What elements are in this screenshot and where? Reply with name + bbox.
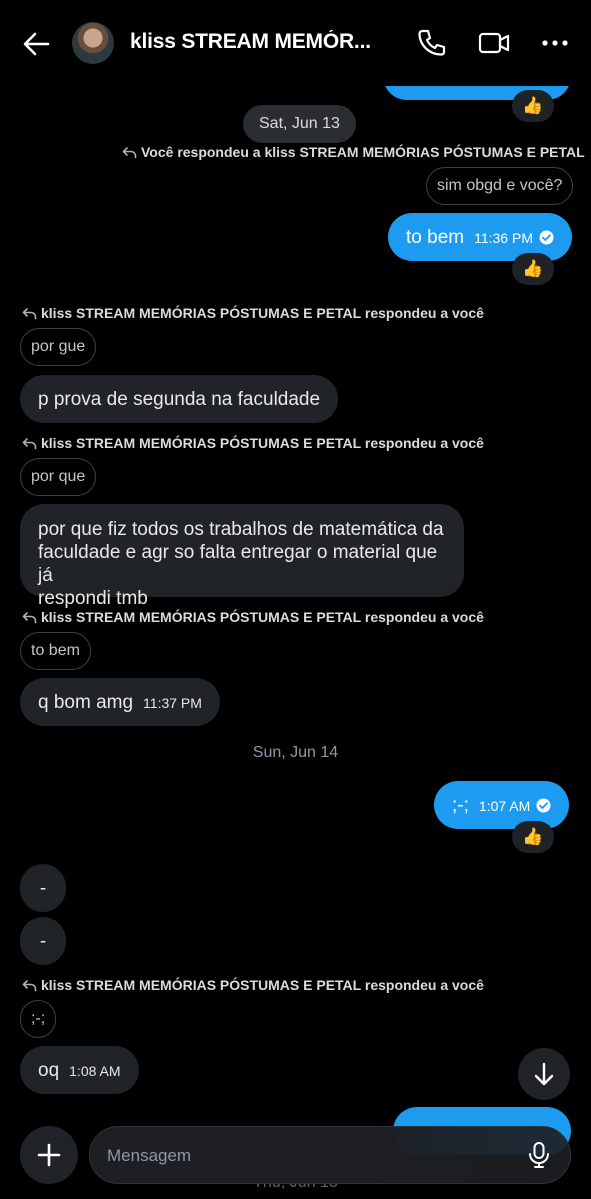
reply-context-label: kliss STREAM MEMÓRIAS PÓSTUMAS E PETAL r… xyxy=(22,977,484,993)
quoted-message[interactable]: por gue xyxy=(20,328,97,366)
back-arrow-icon xyxy=(23,32,50,56)
message-text-line: por que fiz todos os trabalhos de matemá… xyxy=(38,519,444,540)
reply-context-label: kliss STREAM MEMÓRIAS PÓSTUMAS E PETAL r… xyxy=(22,609,484,625)
quoted-message[interactable]: por que xyxy=(20,458,97,496)
reply-context-suffix: respondeu a você xyxy=(360,977,484,993)
voice-message-button[interactable] xyxy=(524,1140,554,1170)
reply-context-name: kliss STREAM MEMÓRIAS PÓSTUMAS E PETAL xyxy=(41,305,361,321)
reaction-badge[interactable]: 👍 xyxy=(512,821,554,853)
video-icon xyxy=(478,32,510,54)
add-attachment-button[interactable] xyxy=(20,1126,78,1184)
message-time: 11:37 PM xyxy=(143,695,202,711)
reaction-badge[interactable]: 👍 xyxy=(512,253,554,285)
message-text: - xyxy=(39,878,47,899)
message-bubble-incoming[interactable]: p prova de segunda na faculdade xyxy=(20,375,339,423)
reply-context-suffix: respondeu a você xyxy=(360,609,484,625)
message-text-line: faculdade e agr so falta entregar o mate… xyxy=(38,542,438,586)
reply-context-name: kliss STREAM MEMÓRIAS PÓSTUMAS E PETAL xyxy=(41,435,361,451)
message-text: p prova de segunda na faculdade xyxy=(38,389,321,410)
video-call-button[interactable] xyxy=(476,26,512,60)
reply-context-suffix: respondeu a você xyxy=(360,305,484,321)
mic-icon xyxy=(529,1142,549,1168)
message-bubble-incoming[interactable]: oq 1:08 AM xyxy=(20,1046,139,1094)
back-button[interactable] xyxy=(18,26,54,62)
message-text: q bom amg xyxy=(38,692,134,713)
message-time: 1:08 AM xyxy=(69,1063,121,1079)
message-text: to bem xyxy=(406,227,465,248)
arrow-down-icon xyxy=(534,1062,554,1086)
message-bubble-incoming[interactable]: por que fiz todos os trabalhos de matemá… xyxy=(20,504,464,609)
reply-context-label: kliss STREAM MEMÓRIAS PÓSTUMAS E PETAL r… xyxy=(22,435,484,451)
message-time: 11:36 PM xyxy=(474,230,533,246)
reply-context-suffix: respondeu a você xyxy=(360,435,484,451)
more-options-button[interactable] xyxy=(538,26,572,60)
message-bubble-outgoing[interactable]: ;-; 1:07 AM xyxy=(434,781,570,829)
date-separator: Sun, Jun 14 xyxy=(252,744,339,761)
quoted-message[interactable]: ;-; xyxy=(20,1000,57,1038)
message-text: oq xyxy=(38,1060,60,1081)
reply-context-name: kliss STREAM MEMÓRIAS PÓSTUMAS E PETAL xyxy=(41,609,361,625)
message-text-line: respondi tmb xyxy=(38,588,148,609)
call-button[interactable] xyxy=(414,26,448,60)
reply-icon xyxy=(122,146,137,159)
date-separator: Sat, Jun 13 xyxy=(243,105,356,143)
check-icon xyxy=(536,798,551,813)
message-bubble-incoming[interactable]: q bom amg 11:37 PM xyxy=(20,678,220,726)
reply-icon xyxy=(22,437,37,450)
reply-context-label: Você respondeu a kliss STREAM MEMÓRIAS P… xyxy=(122,144,585,160)
reply-context-name: kliss STREAM MEMÓRIAS PÓSTUMAS E PETAL xyxy=(41,977,361,993)
reply-context-label: kliss STREAM MEMÓRIAS PÓSTUMAS E PETAL r… xyxy=(22,305,484,321)
message-time: 1:07 AM xyxy=(478,798,531,814)
plus-icon xyxy=(37,1143,61,1167)
chat-title[interactable]: kliss STREAM MEMÓR... xyxy=(130,30,380,54)
reply-icon xyxy=(22,979,37,992)
message-input[interactable] xyxy=(105,1127,489,1185)
message-composer[interactable] xyxy=(89,1126,571,1185)
quoted-message[interactable]: to bem xyxy=(20,632,91,670)
message-text: - xyxy=(39,931,47,952)
message-text: ;-; xyxy=(452,795,469,816)
message-bubble-incoming[interactable]: - xyxy=(20,864,66,912)
phone-icon xyxy=(418,29,446,56)
check-icon xyxy=(539,230,554,245)
scroll-to-bottom-button[interactable] xyxy=(518,1048,570,1100)
reaction-badge[interactable]: 👍 xyxy=(512,90,554,122)
more-icon xyxy=(542,40,568,46)
message-bubble-incoming[interactable]: - xyxy=(20,917,66,965)
reply-icon xyxy=(22,611,37,624)
reply-icon xyxy=(22,307,37,320)
quoted-message[interactable]: sim obgd e você? xyxy=(426,167,574,205)
chat-header: kliss STREAM MEMÓR... xyxy=(0,0,591,86)
avatar[interactable] xyxy=(72,22,114,64)
reply-context-text: Você respondeu a kliss STREAM MEMÓRIAS P… xyxy=(141,144,585,160)
